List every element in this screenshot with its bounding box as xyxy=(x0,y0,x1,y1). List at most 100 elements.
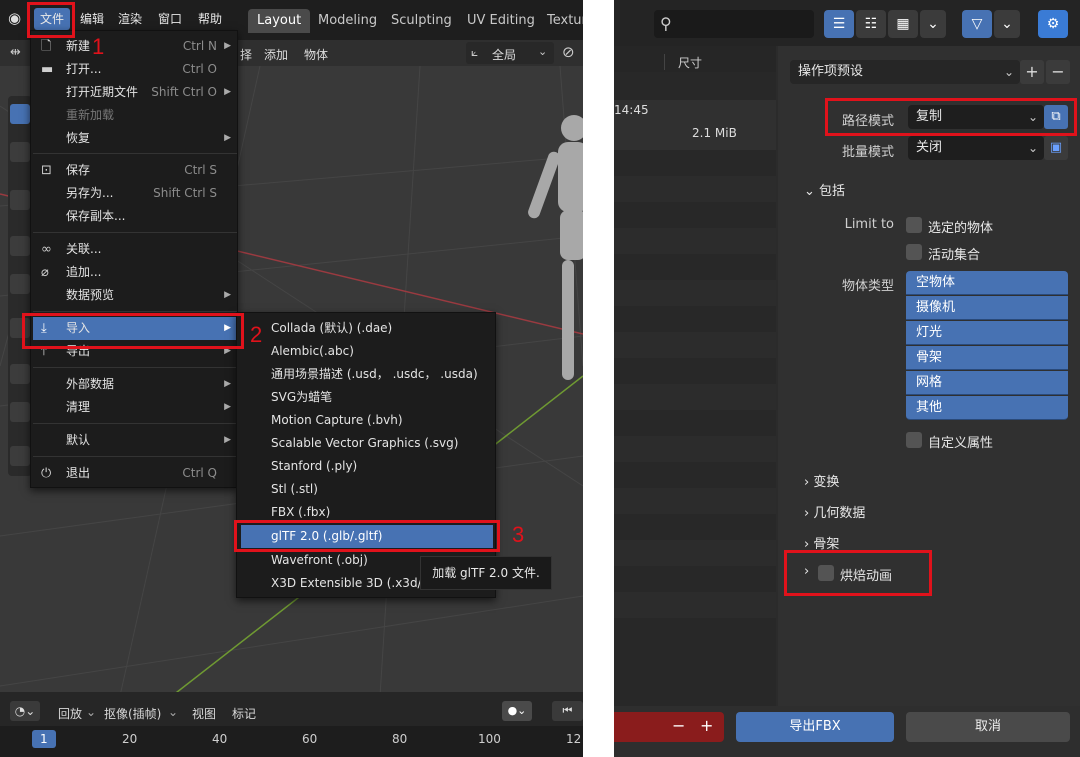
menu-render[interactable]: 渲染 xyxy=(112,8,148,30)
menu-item-save-as[interactable]: 另存为... Shift Ctrl S xyxy=(33,182,237,205)
add-cube-tool-button[interactable] xyxy=(10,446,30,466)
menu-object[interactable]: 物体 xyxy=(304,46,328,63)
tab-texture[interactable]: Textur xyxy=(538,9,583,33)
import-alembic[interactable]: Alembic(.abc) xyxy=(241,340,493,363)
list-row xyxy=(614,332,776,358)
menu-window[interactable]: 窗口 xyxy=(152,8,188,30)
import-gltf[interactable]: glTF 2.0 (.glb/.gltf) xyxy=(241,525,493,548)
menu-item-export[interactable]: ⤒ 导出 ▶ xyxy=(33,340,237,363)
cancel-button[interactable]: 取消 xyxy=(906,712,1070,742)
menu-item-open-recent[interactable]: 打开近期文件 Shift Ctrl O ▶ xyxy=(33,81,237,104)
embed-textures-button[interactable]: ⧉ xyxy=(1044,105,1068,129)
chevron-down-icon[interactable]: ⌄ xyxy=(920,10,946,38)
custom-properties-checkbox[interactable] xyxy=(906,432,922,448)
size-column-header[interactable]: 尺寸 xyxy=(678,54,702,71)
tab-uv-editing[interactable]: UV Editing xyxy=(458,9,544,33)
chevron-down-icon[interactable]: ⌄ xyxy=(994,10,1020,38)
transform-icon[interactable]: ⇹ xyxy=(10,45,21,60)
bake-animation-section-header[interactable]: › xyxy=(804,564,809,579)
include-section-header[interactable]: ⌄ 包括 xyxy=(804,180,845,199)
menu-playback[interactable]: 回放 xyxy=(58,705,82,722)
tab-layout[interactable]: Layout xyxy=(248,9,311,33)
menu-edit[interactable]: 编辑 xyxy=(74,8,110,30)
object-type-light-toggle[interactable]: 灯光 xyxy=(906,321,1068,345)
search-input[interactable]: ⚲ xyxy=(654,10,814,38)
transform-section-header[interactable]: › 变换 xyxy=(804,471,839,490)
path-mode-dropdown[interactable]: 复制 ⌄ xyxy=(908,105,1044,129)
remove-preset-button[interactable]: − xyxy=(1046,60,1070,84)
add-preset-button[interactable]: + xyxy=(1020,60,1044,84)
import-stl[interactable]: Stl (.stl) xyxy=(241,478,493,501)
import-bvh[interactable]: Motion Capture (.bvh) xyxy=(241,409,493,432)
menu-item-append[interactable]: ⌀ 追加... xyxy=(33,261,237,284)
move-tool-button[interactable] xyxy=(10,190,30,210)
import-usd[interactable]: 通用场景描述 (.usd， .usdc， .usda) xyxy=(241,363,493,386)
armature-section-header[interactable]: › 骨架 xyxy=(804,533,839,552)
object-type-camera-toggle[interactable]: 摄像机 xyxy=(906,296,1068,320)
select-tool-button[interactable] xyxy=(10,104,30,124)
menu-help[interactable]: 帮助 xyxy=(192,8,228,30)
grid-view-button[interactable]: ▦ xyxy=(888,10,918,38)
transform-tool-button[interactable] xyxy=(10,318,30,338)
menu-add[interactable]: 添加 xyxy=(264,46,288,63)
batch-folder-button[interactable]: ▣ xyxy=(1044,136,1068,160)
import-svg[interactable]: Scalable Vector Graphics (.svg) xyxy=(241,432,493,455)
menu-item-open[interactable]: ▬ 打开... Ctrl O xyxy=(33,58,237,81)
menu-item-link[interactable]: ∞ 关联... xyxy=(33,238,237,261)
frame-label: 100 xyxy=(478,732,501,746)
operator-presets-dropdown[interactable]: 操作项预设 ⌄ xyxy=(790,60,1020,84)
tab-sculpting[interactable]: Sculpting xyxy=(382,9,461,33)
decrement-button[interactable]: − xyxy=(672,716,685,735)
bake-animation-checkbox[interactable] xyxy=(818,565,834,581)
annotate-tool-button[interactable] xyxy=(10,364,30,384)
import-fbx[interactable]: FBX (.fbx) xyxy=(241,501,493,524)
batch-mode-dropdown[interactable]: 关闭 ⌄ xyxy=(908,136,1044,160)
object-type-armature-toggle[interactable]: 骨架 xyxy=(906,346,1068,370)
transform-orientation-dropdown[interactable]: ⟀ 全局 ⌄ xyxy=(466,42,554,64)
folder-icon: ▬ xyxy=(41,62,54,77)
export-fbx-button[interactable]: 导出FBX xyxy=(736,712,894,742)
object-type-empty-toggle[interactable]: 空物体 xyxy=(906,271,1068,295)
object-type-other-toggle[interactable]: 其他 xyxy=(906,396,1068,420)
jump-start-button[interactable]: ⏮ xyxy=(552,701,583,721)
geometry-section-header[interactable]: › 几何数据 xyxy=(804,502,865,521)
thumbnail-list-button[interactable]: ☷ xyxy=(856,10,886,38)
menu-keying[interactable]: 抠像(插帧) xyxy=(104,705,161,722)
object-type-mesh-toggle[interactable]: 网格 xyxy=(906,371,1068,395)
increment-button[interactable]: + xyxy=(700,716,713,735)
scale-tool-button[interactable] xyxy=(10,274,30,294)
menu-file[interactable]: 文件 xyxy=(34,8,71,30)
menu-item-save[interactable]: ⊡ 保存 Ctrl S xyxy=(33,159,237,182)
menu-view[interactable]: 视图 xyxy=(192,705,216,722)
import-collada[interactable]: Collada (默认) (.dae) xyxy=(241,317,493,340)
cursor-tool-button[interactable] xyxy=(10,142,30,162)
menu-item-import[interactable]: ⤓ 导入 ▶ xyxy=(33,317,237,340)
rotate-tool-button[interactable] xyxy=(10,236,30,256)
import-svg-grease-pencil[interactable]: SVG为蜡笔 xyxy=(241,386,493,409)
menu-item-recover[interactable]: 恢复 ▶ xyxy=(33,127,237,150)
selected-objects-checkbox[interactable] xyxy=(906,217,922,233)
menu-item-defaults[interactable]: 默认 ▶ xyxy=(33,429,237,452)
tab-modeling[interactable]: Modeling xyxy=(309,9,386,33)
menu-item-quit[interactable]: ⏻ 退出 Ctrl Q xyxy=(33,462,237,485)
menu-select[interactable]: 择 xyxy=(240,46,252,63)
menu-item-cleanup[interactable]: 清理 ▶ xyxy=(33,396,237,419)
menu-item-data-previews[interactable]: 数据预览 ▶ xyxy=(33,284,237,307)
measure-tool-button[interactable] xyxy=(10,402,30,422)
clock-icon[interactable]: ◔⌄ xyxy=(10,701,40,721)
filter-icon[interactable]: ▽ xyxy=(962,10,992,38)
menu-marker[interactable]: 标记 xyxy=(232,705,256,722)
blender-logo-icon[interactable]: ◉ xyxy=(8,9,21,27)
frame-ruler[interactable]: 1 20 40 60 80 100 12 xyxy=(0,726,583,757)
menu-item-save-copy[interactable]: 保存副本... xyxy=(33,205,237,228)
active-collection-checkbox[interactable] xyxy=(906,244,922,260)
link-icon[interactable]: ⊘ xyxy=(562,43,575,61)
step-number: 3 xyxy=(512,522,525,547)
filename-field[interactable]: − + xyxy=(614,712,724,742)
menu-item-external-data[interactable]: 外部数据 ▶ xyxy=(33,373,237,396)
list-view-button[interactable]: ☰ xyxy=(824,10,854,38)
record-button[interactable]: ●⌄ xyxy=(502,701,532,721)
import-ply[interactable]: Stanford (.ply) xyxy=(241,455,493,478)
menu-item-new[interactable]: 🗋 新建 Ctrl N ▶ xyxy=(33,35,237,58)
gear-icon[interactable]: ⚙ xyxy=(1038,10,1068,38)
